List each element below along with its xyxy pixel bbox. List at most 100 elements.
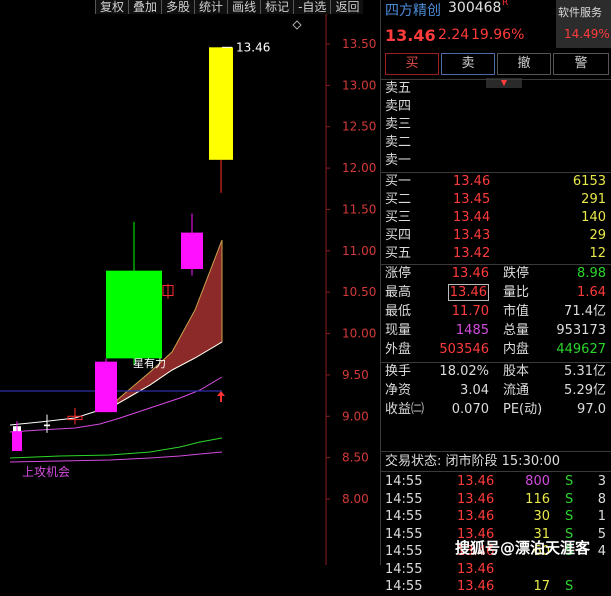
sector-box[interactable]: 软件服务 14.49% xyxy=(556,0,611,48)
rzrq-tag: R xyxy=(502,0,509,8)
tick-price: 13.46 xyxy=(457,561,495,577)
buy-level-volume: 140 xyxy=(581,210,606,225)
stat-value: 11.70 xyxy=(451,304,489,319)
buy-level-label: 买五 xyxy=(385,246,412,261)
fundamentals-row: 净资 3.04 流通 5.29亿 xyxy=(381,382,610,400)
toolbar-mark-button[interactable]: 标记 xyxy=(260,0,294,14)
buy-book-row[interactable]: 买三 13.44 140 xyxy=(381,209,610,227)
candle-body xyxy=(95,361,117,413)
toolbar-drawline-button[interactable]: 画线 xyxy=(227,0,261,14)
stat-label: 最高 xyxy=(385,285,412,300)
sell-book-row[interactable]: 卖三 xyxy=(381,116,610,134)
quote-panel: 四方精创 300468 R 13.46 2.24 19.96% 软件服务 14.… xyxy=(380,0,611,594)
toolbar-fuquan-button[interactable]: 复权 xyxy=(95,0,129,14)
stock-code: 300468 xyxy=(448,0,502,16)
y-tick-label: 11.50 xyxy=(342,202,376,216)
buy-book-row[interactable]: 买一 13.46 6153 xyxy=(381,173,610,191)
tick-time: 14:55 xyxy=(385,491,423,507)
stat-value: 13.46 xyxy=(451,266,489,281)
alert-button[interactable]: 警 xyxy=(553,53,609,75)
y-tick-label: 8.00 xyxy=(342,492,369,506)
buy-level-label: 买三 xyxy=(385,210,412,225)
stat-value: 8.98 xyxy=(577,266,606,281)
stat-label: 现量 xyxy=(385,323,412,338)
sell-book-row[interactable]: 卖五 xyxy=(381,80,610,98)
fund-value: 3.04 xyxy=(460,383,489,398)
toolbar-back-button[interactable]: 返回 xyxy=(330,0,364,14)
tick-count: 3 xyxy=(597,474,606,489)
tick-volume: 116 xyxy=(525,491,550,507)
toolbar-multistock-button[interactable]: 多股 xyxy=(161,0,195,14)
y-tick-label: 13.50 xyxy=(342,37,376,51)
cancel-order-button[interactable]: 撤 xyxy=(497,53,551,75)
fund-label: 净资 xyxy=(385,383,412,398)
tick-volume: 17 xyxy=(533,579,550,594)
stats-row: 外盘 503546 内盘 449627 xyxy=(381,341,610,359)
y-tick-label: 12.50 xyxy=(342,120,376,134)
attack-signal-label: 上攻机会 xyxy=(22,465,70,479)
fund-value: 97.0 xyxy=(577,402,606,417)
toolbar-stats-button[interactable]: 统计 xyxy=(194,0,228,14)
sell-level-label: 卖二 xyxy=(385,135,412,150)
tick-price: 13.46 xyxy=(457,509,495,524)
toolbar-overlay-button[interactable]: 叠加 xyxy=(128,0,162,14)
tick-time: 14:55 xyxy=(385,474,423,489)
fund-value: 5.31亿 xyxy=(564,364,606,379)
y-tick-label: 9.50 xyxy=(342,368,369,382)
fund-value: 18.02% xyxy=(439,364,489,379)
tick-side: S xyxy=(565,509,574,524)
fundamentals-row: 换手 18.02% 股本 5.31亿 xyxy=(381,363,610,381)
y-tick-label: 9.00 xyxy=(342,409,369,423)
high-price-label: 13.46 xyxy=(236,40,270,54)
tick-row: 14:55 13.46 116 S 8 xyxy=(381,491,610,509)
fund-label: 换手 xyxy=(385,364,412,379)
tick-time: 14:55 xyxy=(385,561,423,577)
sell-level-label: 卖五 xyxy=(385,81,412,96)
buy-level-label: 买一 xyxy=(385,174,412,189)
tick-price: 13.46 xyxy=(457,474,495,489)
stats-row: 最高 13.46 量比 1.64 xyxy=(381,284,610,302)
sell-book-row[interactable]: 卖四 xyxy=(381,98,610,116)
sell-level-label: 卖三 xyxy=(385,117,412,132)
stat-label: 涨停 xyxy=(385,266,412,281)
sell-level-label: 卖四 xyxy=(385,99,412,114)
stat-value: 953173 xyxy=(556,323,606,338)
fund-label: PE(动) xyxy=(503,402,543,417)
stat-value: 13.46 xyxy=(447,284,489,301)
buy-level-volume: 12 xyxy=(589,246,606,261)
stats-row: 现量 1485 总量 953173 xyxy=(381,322,610,340)
sell-book-row[interactable]: 卖二 xyxy=(381,134,610,152)
trade-status-text: 交易状态: 闭市阶段 15:30:00 xyxy=(385,454,561,469)
buy-book-row[interactable]: 买五 13.42 12 xyxy=(381,245,610,263)
buy-book-row[interactable]: 买二 13.45 291 xyxy=(381,191,610,209)
tick-count: 8 xyxy=(597,491,606,507)
buy-level-volume: 29 xyxy=(589,228,606,243)
buy-level-price: 13.42 xyxy=(453,246,491,261)
toolbar-remove-watchlist-button[interactable]: -自选 xyxy=(293,0,331,14)
fund-value: 5.29亿 xyxy=(564,383,606,398)
sell-book-row[interactable]: 卖一 xyxy=(381,152,610,170)
sell-button[interactable]: 卖 xyxy=(441,53,495,75)
y-tick-label: 13.00 xyxy=(342,78,376,92)
signal-label: 星有力 xyxy=(133,356,166,370)
buy-book-row[interactable]: 买四 13.43 29 xyxy=(381,227,610,245)
tick-row: 14:55 13.46 xyxy=(381,561,610,579)
kline-chart[interactable]: 13.50 13.00 12.50 12.00 11.50 11.00 10.50 10.00… xyxy=(0,0,380,565)
candle-body xyxy=(12,431,22,452)
candle-body xyxy=(209,47,233,160)
tick-time: 14:55 xyxy=(385,509,423,524)
last-price: 13.46 xyxy=(385,26,436,45)
y-tick-label: 12.00 xyxy=(342,161,376,175)
tick-side: S xyxy=(565,491,574,507)
stat-value: 503546 xyxy=(439,342,489,357)
buy-button[interactable]: 买 xyxy=(385,53,439,75)
stat-label: 市值 xyxy=(503,304,530,319)
stat-value: 449627 xyxy=(556,342,606,357)
stat-label: 最低 xyxy=(385,304,412,319)
buy-level-label: 买二 xyxy=(385,192,412,207)
buy-level-volume: 6153 xyxy=(572,174,606,189)
trade-status: 交易状态: 闭市阶段 15:30:00 xyxy=(381,453,610,471)
sector-pct: 14.49% xyxy=(564,27,610,41)
fund-value: 0.070 xyxy=(451,402,489,417)
buy-level-price: 13.43 xyxy=(453,228,491,243)
